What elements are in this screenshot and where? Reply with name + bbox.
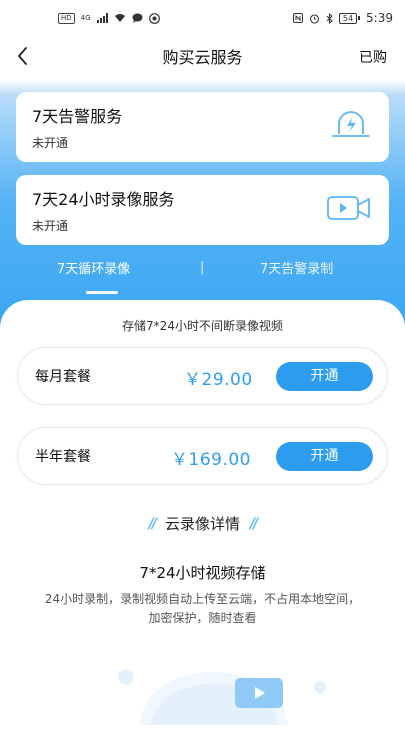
- section-deco-left: //: [148, 515, 157, 532]
- navigation-bar: 购买云服务 已购: [0, 36, 405, 76]
- wifi-icon: [114, 14, 125, 22]
- back-arrow-icon[interactable]: [12, 44, 36, 68]
- signal-icon: [96, 13, 108, 23]
- service-card-recording[interactable]: 7天24小时录像服务 未开通: [16, 175, 389, 245]
- tab-bar: 7天循环录像 | 7天告警录制: [0, 258, 405, 298]
- plan-panel: 存储7*24小时不间断录像视频 每月套餐 ￥29.00 开通 半年套餐 ￥169…: [0, 300, 405, 740]
- activate-monthly-button[interactable]: 开通: [276, 362, 373, 391]
- tab-alarm-recording[interactable]: 7天告警录制: [260, 258, 333, 277]
- service-title: 7天24小时录像服务: [32, 190, 175, 209]
- section-title: 云录像详情: [164, 515, 240, 533]
- panel-subtitle: 存储7*24小时不间断录像视频: [122, 319, 283, 333]
- detail-description: 24小时录制，录制视频自动上传至云端，不占用本地空间，加密保护，随时查看: [44, 592, 361, 625]
- purchased-link[interactable]: 已购: [359, 47, 387, 67]
- nfc-icon: [292, 13, 303, 23]
- plan-name: 半年套餐: [35, 449, 91, 465]
- plan-price: ￥169.00: [171, 450, 251, 470]
- tab-active-indicator: [86, 291, 118, 294]
- tab-separator: |: [200, 260, 205, 275]
- clock-time: 5:39: [366, 11, 393, 25]
- battery-level: 54: [338, 12, 358, 24]
- status-right: 54 5:39: [292, 11, 393, 25]
- plan-name: 每月套餐: [35, 369, 91, 385]
- app-notification-icon: [148, 12, 160, 24]
- plan-card-monthly: 每月套餐 ￥29.00 开通: [17, 347, 388, 405]
- alarm-clock-icon: [309, 13, 319, 24]
- service-card-alarm[interactable]: 7天告警服务 未开通: [16, 92, 389, 162]
- network-badge: 4G: [80, 14, 91, 22]
- message-icon: [132, 13, 143, 23]
- alarm-light-icon: [332, 111, 370, 137]
- detail-title: 7*24小时视频存储: [139, 564, 266, 582]
- section-deco-right: //: [250, 515, 258, 532]
- tab-loop-recording[interactable]: 7天循环录像: [57, 258, 130, 277]
- status-left: HD 4G: [58, 12, 160, 24]
- service-status: 未开通: [32, 219, 69, 233]
- bluetooth-icon: [326, 12, 333, 24]
- plan-card-half-year: 半年套餐 ￥169.00 开通: [17, 427, 388, 485]
- video-camera-icon: [327, 196, 370, 220]
- service-status: 未开通: [32, 136, 69, 150]
- cloud-video-illustration: [118, 669, 326, 725]
- battery-indicator: 54: [338, 12, 361, 24]
- service-title: 7天告警服务: [32, 107, 123, 126]
- page-title: 购买云服务: [162, 48, 243, 67]
- activate-half-year-button[interactable]: 开通: [276, 442, 373, 471]
- section-header: // 云录像详情 //: [0, 513, 405, 534]
- plan-price: ￥29.00: [184, 370, 253, 390]
- hd-badge: HD: [58, 12, 75, 24]
- status-bar: HD 4G 54 5:39: [0, 0, 405, 36]
